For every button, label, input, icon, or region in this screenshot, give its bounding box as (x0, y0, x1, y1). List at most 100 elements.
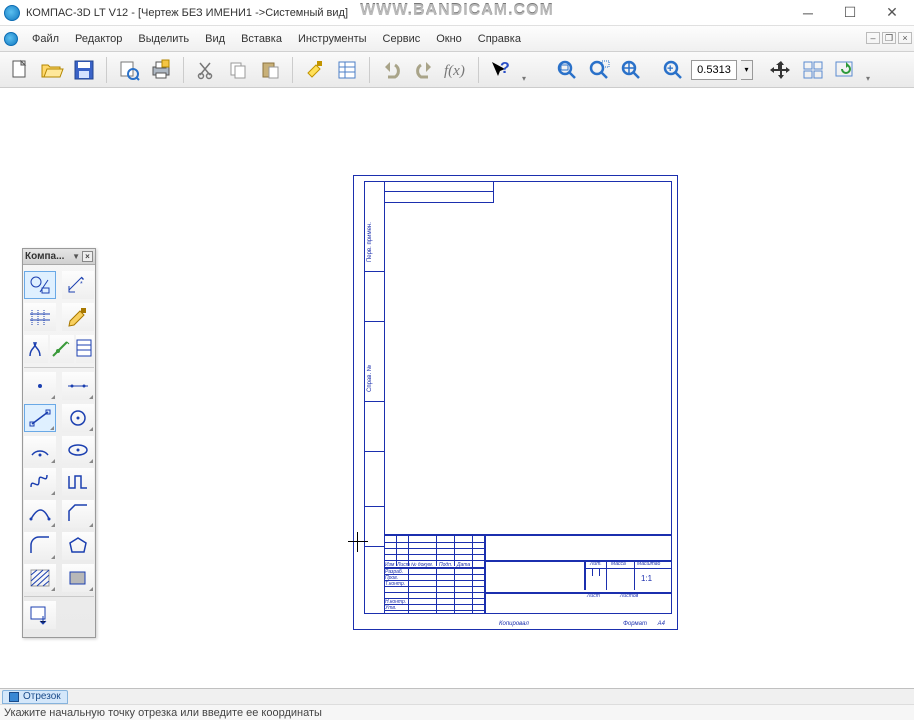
tool-arc[interactable] (24, 436, 56, 464)
print-button[interactable] (147, 56, 175, 84)
menu-file[interactable]: Файл (24, 29, 67, 49)
tool-polygon[interactable] (62, 532, 94, 560)
toolbar-overflow-2[interactable]: ▾ (863, 57, 873, 83)
status-bar: Укажите начальную точку отрезка или введ… (0, 704, 914, 720)
tool-fillet[interactable] (24, 532, 56, 560)
redo-button[interactable] (410, 56, 438, 84)
menu-editor[interactable]: Редактор (67, 29, 130, 49)
paste-button[interactable] (256, 56, 284, 84)
zoom-dynamic-button[interactable] (617, 56, 645, 84)
minimize-button[interactable]: ─ (794, 3, 822, 23)
tool-circle[interactable] (62, 404, 94, 432)
maximize-button[interactable]: ☐ (836, 3, 864, 23)
menu-select[interactable]: Выделить (130, 29, 197, 49)
zoom-input[interactable] (691, 60, 737, 80)
mdi-minimize-button[interactable]: – (866, 32, 880, 44)
undo-button[interactable] (378, 56, 406, 84)
variables-button[interactable]: f(x) (442, 56, 470, 84)
menu-window[interactable]: Окно (428, 29, 470, 49)
tool-designations[interactable] (24, 303, 56, 331)
print-preview-button[interactable] (115, 56, 143, 84)
tool-panel-body: * (23, 265, 95, 637)
status-text: Укажите начальную точку отрезка или введ… (4, 707, 322, 719)
window-controls: ─ ☐ ✕ (794, 3, 910, 23)
zoom-window-button[interactable] (585, 56, 613, 84)
document-tab-bar: Отрезок (0, 688, 914, 704)
close-button[interactable]: ✕ (878, 3, 906, 23)
mdi-app-icon[interactable] (4, 32, 18, 46)
tool-panel-title: Компа... (25, 251, 72, 262)
title-bar: КОМПАС-3D LT V12 - [Чертеж БЕЗ ИМЕНИ1 ->… (0, 0, 914, 26)
document-tab-icon (9, 692, 19, 702)
pan-button[interactable] (767, 56, 795, 84)
menu-insert[interactable]: Вставка (233, 29, 290, 49)
whats-this-button[interactable]: ? (487, 56, 515, 84)
show-all-button[interactable] (799, 56, 827, 84)
tool-rectangle[interactable] (62, 564, 94, 592)
svg-text:f(x): f(x) (444, 63, 465, 79)
tool-bezier[interactable] (24, 500, 56, 528)
cut-button[interactable] (192, 56, 220, 84)
compact-tool-panel: Компа... ▼ × * (22, 248, 96, 638)
tool-dimensions[interactable]: * (62, 271, 94, 299)
copy-button[interactable] (224, 56, 252, 84)
tool-edit[interactable] (62, 303, 94, 331)
toolbar-separator (106, 57, 107, 83)
mdi-close-button[interactable]: × (898, 32, 912, 44)
tool-panel-header[interactable]: Компа... ▼ × (23, 249, 95, 265)
refresh-button[interactable] (831, 56, 859, 84)
workspace: Компа... ▼ × * (0, 88, 914, 688)
tool-spec[interactable] (76, 335, 94, 363)
document-tab-label: Отрезок (23, 691, 61, 702)
tool-chamfer[interactable] (62, 500, 94, 528)
tool-geometry[interactable] (24, 271, 56, 299)
menu-service[interactable]: Сервис (375, 29, 429, 49)
toolbar-separator (292, 57, 293, 83)
tool-polyline[interactable] (62, 468, 94, 496)
app-icon (4, 5, 20, 21)
tool-panel-divider (24, 596, 94, 597)
sheet-left-margin: Перв. примен. Справ. № (364, 181, 384, 614)
menu-bar: Файл Редактор Выделить Вид Вставка Инстр… (0, 26, 914, 52)
sheet-title-block: Изм Лист № докум. Подп. Дата Разраб. Про… (384, 534, 672, 614)
sheet-footer-mid: Копировал (499, 621, 529, 627)
tool-parametrize[interactable] (24, 335, 48, 363)
format-painter-button[interactable] (301, 56, 329, 84)
tool-spline[interactable] (24, 468, 56, 496)
sheet-footer-fmt: A4 (658, 621, 665, 627)
window-title: КОМПАС-3D LT V12 - [Чертеж БЕЗ ИМЕНИ1 ->… (26, 7, 348, 19)
svg-text:?: ? (500, 60, 510, 77)
bandicam-watermark: WWW.BANDICAM.COM (360, 2, 554, 20)
zoom-in-button[interactable]: + (659, 56, 687, 84)
svg-text:*: * (80, 281, 83, 288)
sheet-top-block (384, 181, 494, 203)
menu-view[interactable]: Вид (197, 29, 233, 49)
tool-aux-line[interactable] (62, 372, 94, 400)
main-toolbar: f(x) ? ▾ + ▾ ▾ (0, 52, 914, 88)
tool-ellipse[interactable] (62, 436, 94, 464)
tool-insert-fragment[interactable] (24, 601, 56, 629)
drawing-canvas[interactable]: Перв. примен. Справ. № (100, 88, 914, 688)
tool-panel-dropdown-icon[interactable]: ▼ (72, 252, 80, 261)
tool-panel-divider (24, 367, 94, 368)
toolbar-overflow[interactable]: ▾ (519, 57, 529, 83)
menu-tools[interactable]: Инструменты (290, 29, 375, 49)
save-button[interactable] (70, 56, 98, 84)
tool-line-segment[interactable] (24, 404, 56, 432)
zoom-extents-button[interactable] (553, 56, 581, 84)
toolbar-separator (183, 57, 184, 83)
document-tab[interactable]: Отрезок (2, 690, 68, 704)
tool-panel-close-button[interactable]: × (82, 251, 93, 262)
zoom-dropdown[interactable]: ▾ (741, 60, 753, 80)
properties-button[interactable] (333, 56, 361, 84)
toolbar-separator (478, 57, 479, 83)
menu-help[interactable]: Справка (470, 29, 529, 49)
svg-text:+: + (667, 63, 673, 75)
new-button[interactable] (6, 56, 34, 84)
mdi-restore-button[interactable]: ❐ (882, 32, 896, 44)
sheet-left-label: Справ. № (367, 384, 373, 392)
open-button[interactable] (38, 56, 66, 84)
tool-hatch[interactable] (24, 564, 56, 592)
tool-point[interactable] (24, 372, 56, 400)
tool-measure[interactable] (50, 335, 74, 363)
